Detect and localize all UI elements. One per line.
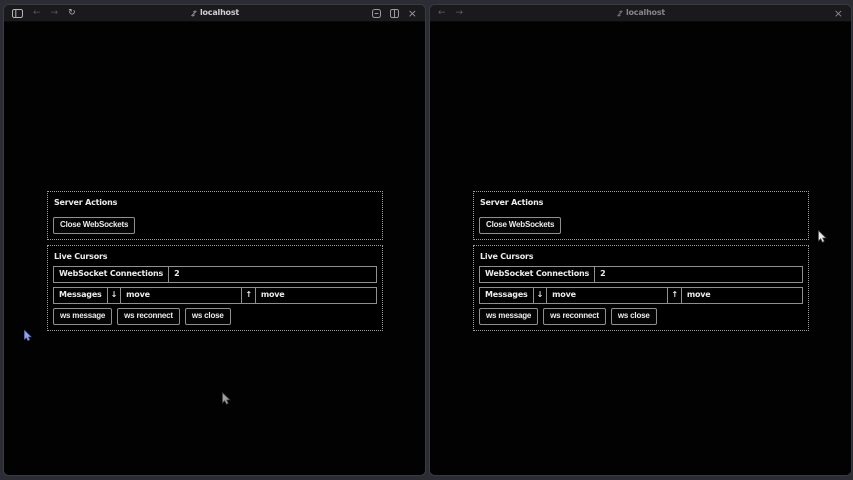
messages-label: Messages	[479, 287, 534, 304]
ws-message-button[interactable]: ws message	[53, 308, 112, 325]
close-websockets-button[interactable]: Close WebSockets	[53, 217, 135, 234]
url-text: localhost	[200, 9, 239, 17]
page-content: Server Actions Close WebSockets Live Cur…	[430, 22, 851, 475]
messages-row: Messages ↓ move ↑ move	[53, 287, 377, 304]
back-icon[interactable]: ←	[438, 9, 446, 18]
section-title: Server Actions	[54, 198, 377, 207]
browser-window-left: ← → ↻ localhost	[3, 4, 426, 476]
ws-close-button[interactable]: ws close	[611, 308, 657, 325]
live-cursors-section: Live Cursors WebSocket Connections 2 Mes…	[47, 245, 383, 331]
ws-reconnect-button[interactable]: ws reconnect	[117, 308, 180, 325]
connections-row: WebSocket Connections 2	[479, 266, 803, 283]
desktop: { "windows": [ { "name": "left-browser-w…	[0, 0, 853, 480]
split-view-icon[interactable]	[390, 9, 399, 18]
close-websockets-button[interactable]: Close WebSockets	[479, 217, 561, 234]
live-cursors-section: Live Cursors WebSocket Connections 2 Mes…	[473, 245, 809, 331]
ws-close-button[interactable]: ws close	[185, 308, 231, 325]
titlebar-left-controls: ← →	[438, 9, 463, 18]
titlebar[interactable]: ← → ↻ localhost	[4, 5, 425, 22]
titlebar-right-controls: ×	[834, 8, 843, 19]
panel: Server Actions Close WebSockets Live Cur…	[473, 191, 809, 336]
site-link-icon	[190, 10, 197, 17]
remote-cursor-icon	[24, 330, 32, 341]
forward-icon[interactable]: →	[456, 9, 464, 18]
titlebar-left-controls: ← → ↻	[12, 9, 76, 18]
ws-buttons-row: ws message ws reconnect ws close	[479, 308, 803, 325]
incoming-message-value: move	[121, 287, 242, 304]
ws-buttons-row: ws message ws reconnect ws close	[53, 308, 377, 325]
section-title: Live Cursors	[54, 252, 377, 261]
titlebar[interactable]: ← → localhost ×	[430, 5, 851, 22]
mouse-cursor-icon	[222, 392, 231, 405]
ws-message-button[interactable]: ws message	[479, 308, 538, 325]
forward-icon[interactable]: →	[51, 9, 59, 18]
titlebar-right-controls: ×	[372, 8, 417, 19]
messages-label: Messages	[53, 287, 108, 304]
section-title: Server Actions	[480, 198, 803, 207]
tab-overview-icon[interactable]	[372, 9, 381, 18]
reload-icon[interactable]: ↻	[68, 9, 76, 18]
mouse-cursor-icon	[818, 230, 827, 243]
outgoing-message-value: move	[682, 287, 803, 304]
connections-label: WebSocket Connections	[479, 266, 595, 283]
incoming-arrow-icon: ↓	[108, 287, 122, 304]
panel: Server Actions Close WebSockets Live Cur…	[47, 191, 383, 336]
address-display[interactable]: localhost	[190, 9, 239, 17]
incoming-message-value: move	[547, 287, 668, 304]
connections-row: WebSocket Connections 2	[53, 266, 377, 283]
messages-row: Messages ↓ move ↑ move	[479, 287, 803, 304]
connections-count: 2	[169, 266, 377, 283]
incoming-arrow-icon: ↓	[534, 287, 548, 304]
page-content: Server Actions Close WebSockets Live Cur…	[4, 22, 425, 475]
outgoing-message-value: move	[256, 287, 377, 304]
connections-count: 2	[595, 266, 803, 283]
outgoing-arrow-icon: ↑	[242, 287, 256, 304]
site-link-icon	[616, 10, 623, 17]
url-text: localhost	[626, 9, 665, 17]
server-actions-section: Server Actions Close WebSockets	[473, 191, 809, 240]
outgoing-arrow-icon: ↑	[668, 287, 682, 304]
close-icon[interactable]: ×	[408, 8, 417, 19]
address-display[interactable]: localhost	[616, 9, 665, 17]
close-icon[interactable]: ×	[834, 8, 843, 19]
browser-window-right: ← → localhost × Server Actions Close Web…	[429, 4, 852, 476]
ws-reconnect-button[interactable]: ws reconnect	[543, 308, 606, 325]
connections-label: WebSocket Connections	[53, 266, 169, 283]
back-icon[interactable]: ←	[33, 9, 41, 18]
sidebar-toggle-icon[interactable]	[12, 9, 23, 18]
section-title: Live Cursors	[480, 252, 803, 261]
server-actions-section: Server Actions Close WebSockets	[47, 191, 383, 240]
